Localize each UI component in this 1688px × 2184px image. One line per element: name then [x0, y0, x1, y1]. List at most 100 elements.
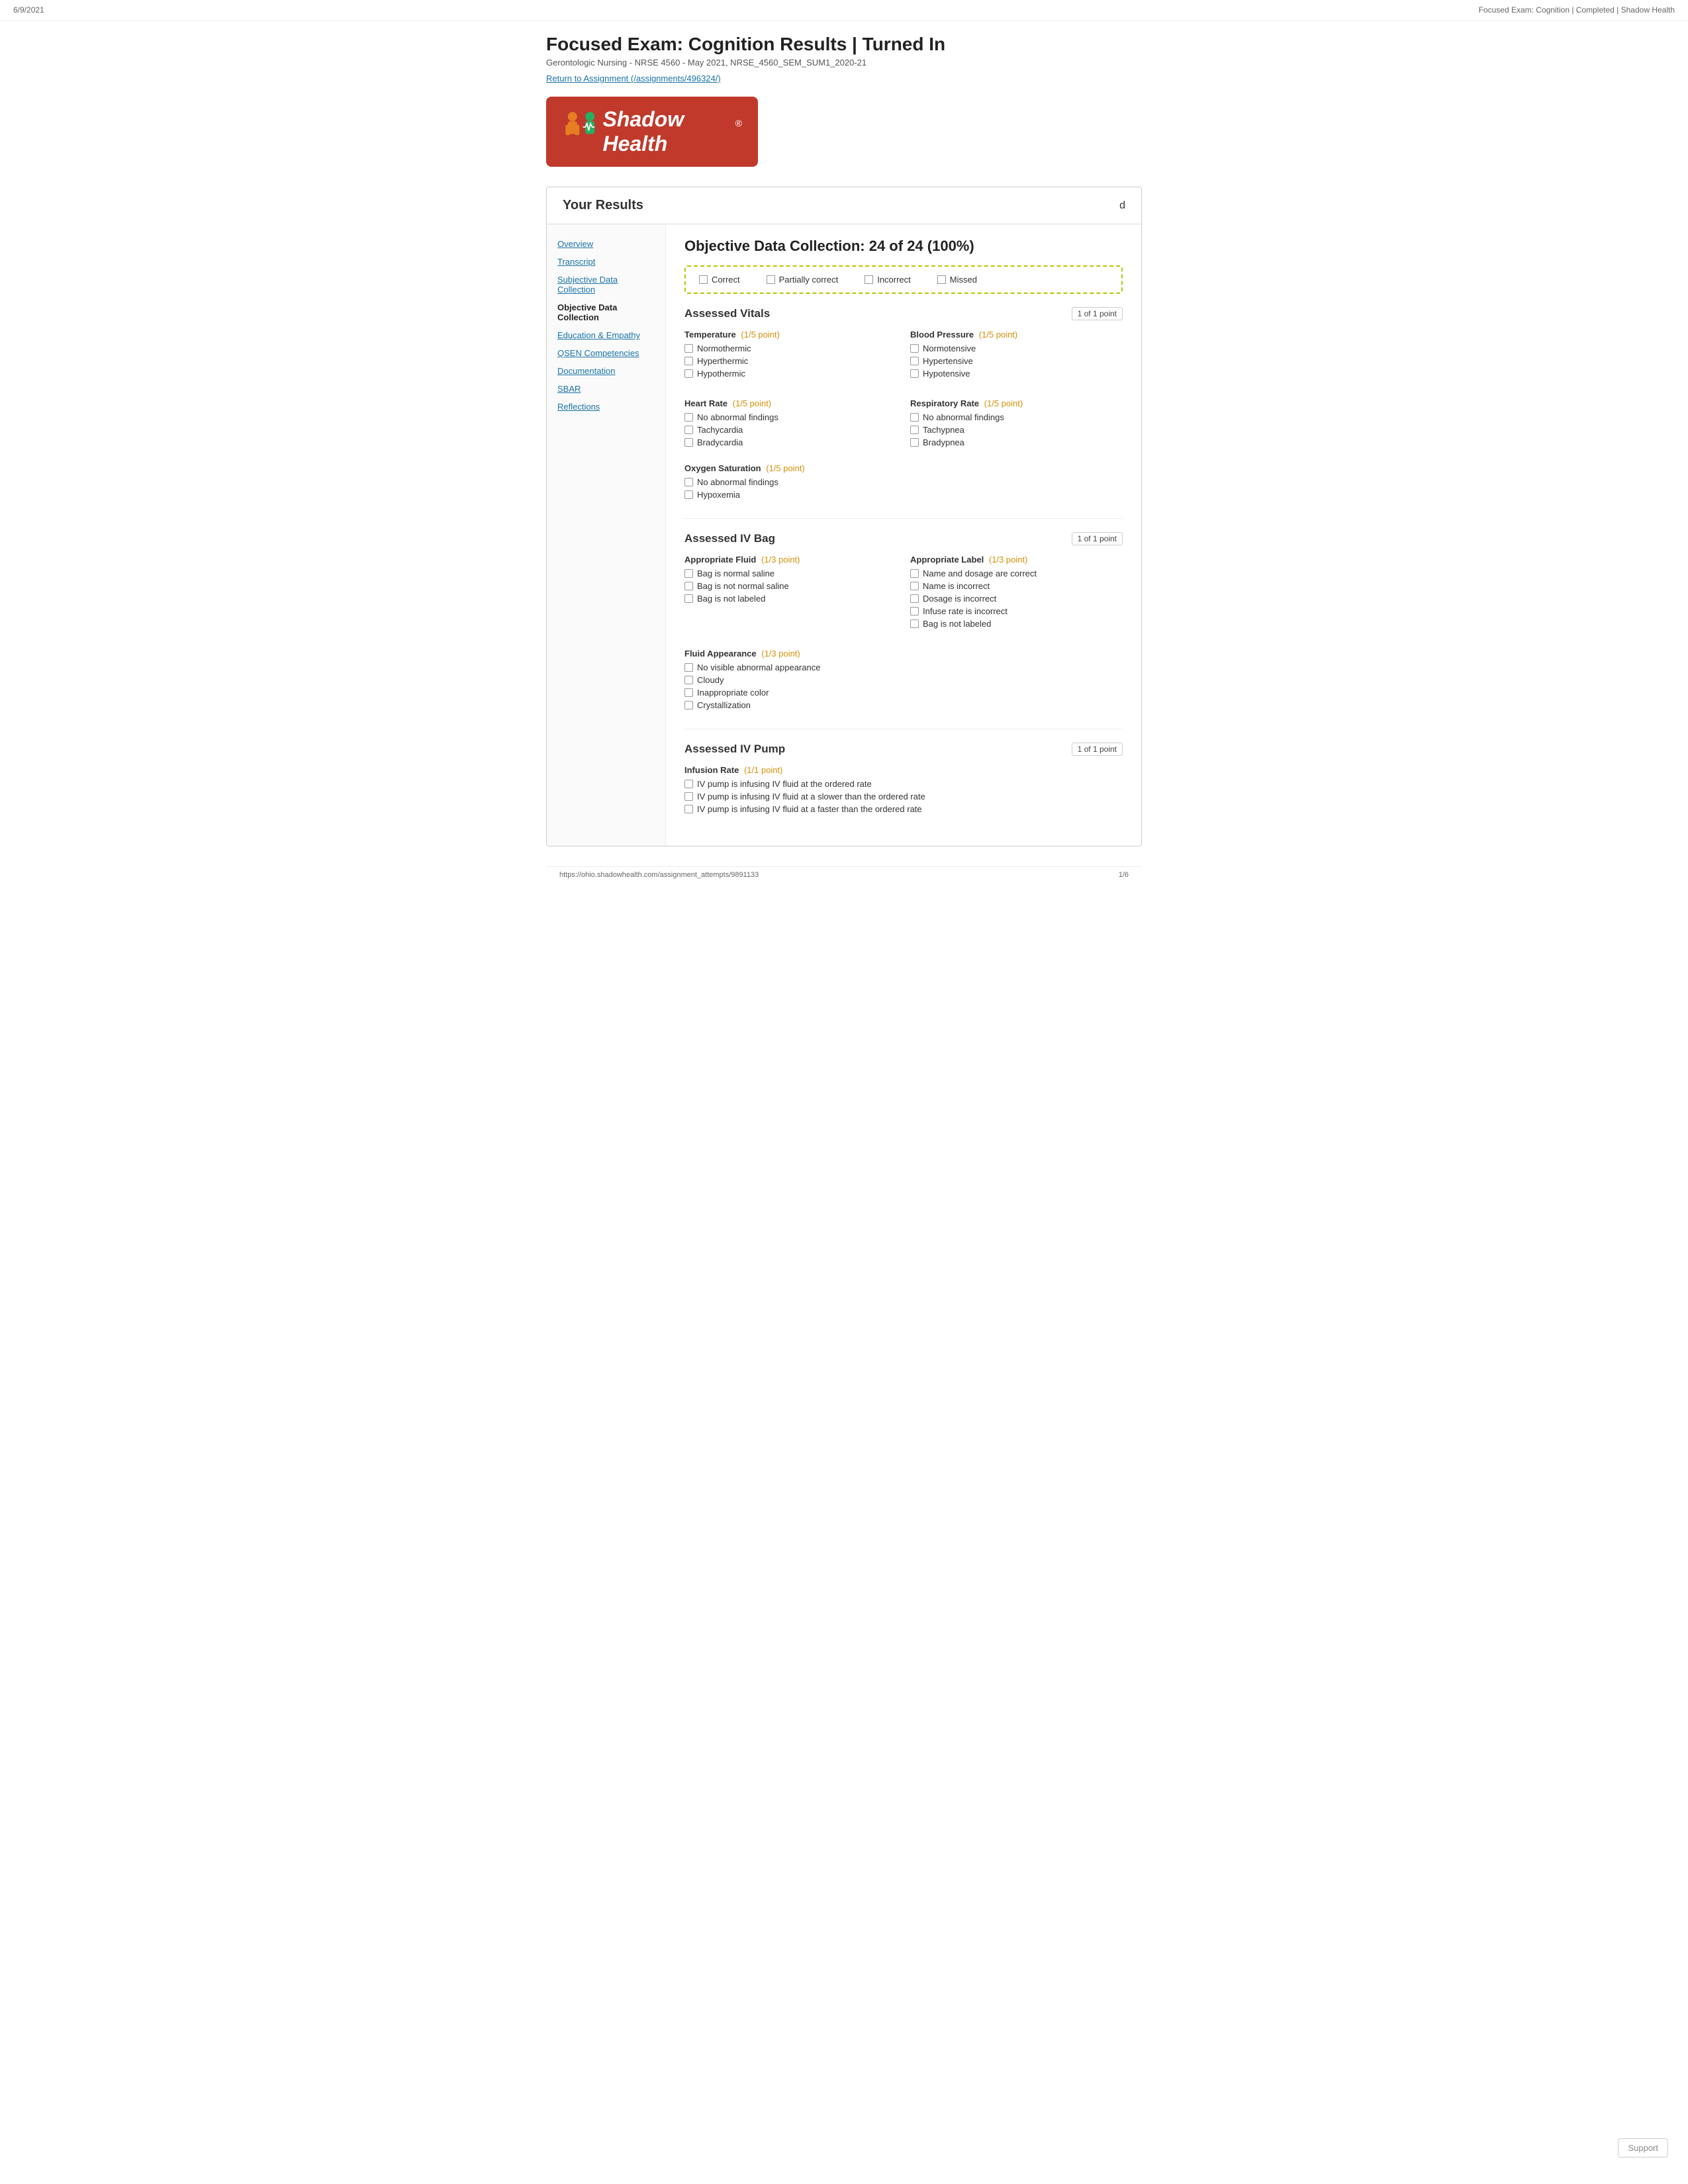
appear-opt-3: Crystallization — [684, 700, 1123, 710]
page-tab-title: Focused Exam: Cognition | Completed | Sh… — [1479, 5, 1675, 15]
label-group: Appropriate Label (1/3 point) Name and d… — [910, 555, 1123, 631]
section-title: Objective Data Collection: 24 of 24 (100… — [684, 238, 1123, 255]
page-subtitle: Gerontologic Nursing - NRSE 4560 - May 2… — [546, 58, 1142, 68]
o2-opt-0: No abnormal findings — [684, 477, 1123, 487]
appear-opt-1: Cloudy — [684, 675, 1123, 685]
rr-opt-2: Bradypnea — [910, 437, 1123, 447]
results-title: Your Results — [563, 198, 643, 213]
temperature-label: Temperature (1/5 point) — [684, 330, 897, 340]
logo-text: Shadow Health — [602, 107, 735, 156]
rr-opt-1: Tachypnea — [910, 425, 1123, 435]
results-header: Your Results d — [547, 187, 1141, 224]
legend-correct: Correct — [699, 275, 740, 285]
logo-box: Shadow Health ® — [546, 97, 758, 167]
infusion-opt-1: IV pump is infusing IV fluid at a slower… — [684, 792, 1123, 801]
sidebar-item-transcript[interactable]: Transcript — [547, 253, 665, 271]
bottom-bar: https://ohio.shadowhealth.com/assignment… — [546, 866, 1142, 883]
sidebar-item-overview[interactable]: Overview — [547, 235, 665, 253]
sidebar-item-subjective[interactable]: Subjective Data Collection — [547, 271, 665, 298]
fluid-appearance-group: Fluid Appearance (1/3 point) No visible … — [684, 649, 1123, 710]
legend-box: Correct Partially correct Incorrect Miss… — [684, 265, 1123, 294]
legend-missed: Missed — [937, 275, 977, 285]
o2-opt-1: Hypoxemia — [684, 490, 1123, 500]
vitals-title: Assessed Vitals — [684, 307, 770, 320]
footer-page: 1/6 — [1119, 871, 1129, 879]
sidebar-item-education[interactable]: Education & Empathy — [547, 326, 665, 344]
assessed-iv-pump-section: Assessed IV Pump 1 of 1 point Infusion R… — [684, 743, 1123, 814]
sidebar-item-qsen[interactable]: QSEN Competencies — [547, 344, 665, 362]
fluid-label: Appropriate Fluid (1/3 point) — [684, 555, 897, 565]
rr-opt-0: No abnormal findings — [910, 412, 1123, 422]
appl-opt-4: Bag is not labeled — [910, 619, 1123, 629]
footer-url: https://ohio.shadowhealth.com/assignment… — [559, 871, 759, 879]
hr-opt-0: No abnormal findings — [684, 412, 897, 422]
logo-reg: ® — [735, 118, 742, 128]
iv-pump-title-row: Assessed IV Pump 1 of 1 point — [684, 743, 1123, 756]
incorrect-checkbox — [865, 275, 873, 284]
bp-opt-1: Hypertensive — [910, 356, 1123, 366]
date-label: 6/9/2021 — [13, 5, 44, 15]
appl-label: Appropriate Label (1/3 point) — [910, 555, 1123, 565]
bp-group: Blood Pressure (1/5 point) Normotensive … — [910, 330, 1123, 381]
o2-group: Oxygen Saturation (1/5 point) No abnorma… — [684, 463, 1123, 500]
hr-opt-1: Tachycardia — [684, 425, 897, 435]
support-button[interactable]: Support — [1618, 2138, 1668, 2158]
vitals-title-row: Assessed Vitals 1 of 1 point — [684, 307, 1123, 320]
page-title: Focused Exam: Cognition Results | Turned… — [546, 34, 1142, 55]
sidebar-item-reflections[interactable]: Reflections — [547, 398, 665, 416]
appl-opt-0: Name and dosage are correct — [910, 569, 1123, 578]
assessed-vitals-section: Assessed Vitals 1 of 1 point Temperature… — [684, 307, 1123, 500]
correct-checkbox — [699, 275, 708, 284]
return-link[interactable]: Return to Assignment (/assignments/49632… — [546, 73, 721, 83]
iv-bag-grid: Appropriate Fluid (1/3 point) Bag is nor… — [684, 555, 1123, 642]
results-card: Your Results d Overview Transcript Subje… — [546, 187, 1142, 846]
temp-opt-0: Normothermic — [684, 343, 897, 353]
hr-opt-2: Bradycardia — [684, 437, 897, 447]
results-toggle[interactable]: d — [1119, 200, 1125, 212]
temperature-group: Temperature (1/5 point) Normothermic Hyp… — [684, 330, 897, 381]
iv-pump-title: Assessed IV Pump — [684, 743, 785, 756]
assessed-iv-bag-section: Assessed IV Bag 1 of 1 point Appropriate… — [684, 532, 1123, 710]
sidebar-item-documentation[interactable]: Documentation — [547, 362, 665, 380]
sidebar: Overview Transcript Subjective Data Coll… — [547, 224, 666, 846]
logo-icon — [562, 108, 602, 156]
main-content: Objective Data Collection: 24 of 24 (100… — [666, 224, 1141, 846]
temp-opt-2: Hypothermic — [684, 369, 897, 379]
iv-bag-title: Assessed IV Bag — [684, 532, 775, 545]
fluid-opt-1: Bag is not normal saline — [684, 581, 897, 591]
rr-group: Respiratory Rate (1/5 point) No abnormal… — [910, 398, 1123, 450]
results-body: Overview Transcript Subjective Data Coll… — [547, 224, 1141, 846]
partially-checkbox — [767, 275, 775, 284]
fluid-opt-2: Bag is not labeled — [684, 594, 897, 604]
top-bar: 6/9/2021 Focused Exam: Cognition | Compl… — [0, 0, 1688, 21]
legend-incorrect: Incorrect — [865, 275, 911, 285]
bp-opt-2: Hypotensive — [910, 369, 1123, 379]
appear-opt-2: Inappropriate color — [684, 688, 1123, 698]
vitals-grid: Temperature (1/5 point) Normothermic Hyp… — [684, 330, 1123, 461]
iv-bag-title-row: Assessed IV Bag 1 of 1 point — [684, 532, 1123, 545]
logo-container: Shadow Health ® — [546, 97, 1142, 167]
hr-label: Heart Rate (1/5 point) — [684, 398, 897, 408]
sidebar-item-sbar[interactable]: SBAR — [547, 380, 665, 398]
fluid-opt-0: Bag is normal saline — [684, 569, 897, 578]
appear-opt-0: No visible abnormal appearance — [684, 662, 1123, 672]
bp-label: Blood Pressure (1/5 point) — [910, 330, 1123, 340]
temp-opt-1: Hyperthermic — [684, 356, 897, 366]
appl-opt-1: Name is incorrect — [910, 581, 1123, 591]
infusion-rate-group: Infusion Rate (1/1 point) IV pump is inf… — [684, 765, 1123, 814]
o2-label: Oxygen Saturation (1/5 point) — [684, 463, 1123, 473]
appl-opt-2: Dosage is incorrect — [910, 594, 1123, 604]
sidebar-item-objective[interactable]: Objective Data Collection — [547, 298, 665, 326]
missed-checkbox — [937, 275, 946, 284]
fluid-group: Appropriate Fluid (1/3 point) Bag is nor… — [684, 555, 897, 631]
iv-bag-badge: 1 of 1 point — [1072, 532, 1123, 545]
infusion-label: Infusion Rate (1/1 point) — [684, 765, 1123, 775]
rr-label: Respiratory Rate (1/5 point) — [910, 398, 1123, 408]
fluid-appear-label: Fluid Appearance (1/3 point) — [684, 649, 1123, 659]
infusion-opt-0: IV pump is infusing IV fluid at the orde… — [684, 779, 1123, 789]
iv-pump-badge: 1 of 1 point — [1072, 743, 1123, 756]
vitals-badge: 1 of 1 point — [1072, 307, 1123, 320]
hr-group: Heart Rate (1/5 point) No abnormal findi… — [684, 398, 897, 450]
infusion-opt-2: IV pump is infusing IV fluid at a faster… — [684, 804, 1123, 814]
legend-partially: Partially correct — [767, 275, 839, 285]
